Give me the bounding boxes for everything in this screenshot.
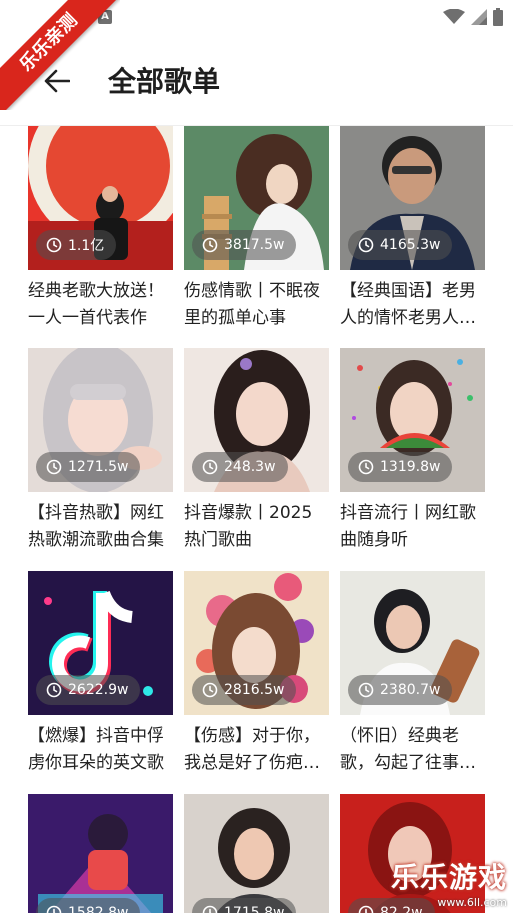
playlist-cover: 2380.7w xyxy=(340,571,485,715)
playlist-title: （怀旧）经典老歌，勾起了往事的回忆 xyxy=(340,726,476,773)
playlist-card[interactable]: 4165.3w 【经典国语】老男人的情怀老男人的歌 xyxy=(340,126,485,332)
corner-ribbon: 乐乐亲测 xyxy=(0,0,120,110)
playlist-title: 【经典国语】老男人的情怀老男人的歌 xyxy=(340,281,476,328)
play-count: 1.1亿 xyxy=(68,238,105,254)
play-count: 1319.8w xyxy=(380,459,441,475)
play-count: 3817.5w xyxy=(224,237,285,253)
clock-icon xyxy=(202,459,218,475)
status-icons xyxy=(443,8,503,26)
play-count: 2622.9w xyxy=(68,682,129,698)
watermark-logo: 乐乐游戏 xyxy=(390,861,507,894)
playlist-card[interactable]: 2816.5w 【伤感】对于你，我总是好了伤疤忘了疼 xyxy=(184,571,329,777)
playlist-cover: 1319.8w xyxy=(340,348,485,492)
playlist-cover: 248.3w xyxy=(184,348,329,492)
play-count-badge: 1319.8w xyxy=(348,452,453,482)
playlist-cover: 1271.5w xyxy=(28,348,173,492)
play-count: 2816.5w xyxy=(224,682,285,698)
play-count-badge: 4165.3w xyxy=(348,230,453,260)
playlist-cover: 1582.8w xyxy=(28,794,173,913)
clock-icon xyxy=(46,682,62,698)
play-count-badge: 1582.8w xyxy=(36,898,141,913)
site-watermark: 乐乐游戏 www.6ll.com xyxy=(391,856,507,909)
playlist-cover: 2622.9w xyxy=(28,571,173,715)
playlist-title: 【伤感】对于你，我总是好了伤疤忘了疼 xyxy=(184,726,320,773)
play-count-badge: 2380.7w xyxy=(348,675,453,705)
playlist-card[interactable]: 2622.9w 【燃爆】抖音中俘虏你耳朵的英文歌 xyxy=(28,571,173,777)
playlist-card[interactable]: 1271.5w 【抖音热歌】网红热歌潮流歌曲合集 xyxy=(28,348,173,554)
playlist-card[interactable]: 248.3w 抖音爆款丨2025热门歌曲 xyxy=(184,348,329,554)
play-count: 2380.7w xyxy=(380,682,441,698)
playlist-card[interactable]: 1715.8w xyxy=(184,794,329,913)
signal-icon xyxy=(471,9,487,25)
battery-icon xyxy=(493,8,503,26)
clock-icon xyxy=(202,905,218,913)
clock-icon xyxy=(46,905,62,913)
playlist-cover: 1.1亿 xyxy=(28,126,173,270)
playlist-title: 经典老歌大放送！一人一首代表作 xyxy=(28,281,164,328)
play-count-badge: 1.1亿 xyxy=(36,230,117,260)
play-count-badge: 2816.5w xyxy=(192,675,297,705)
playlist-card[interactable]: 1582.8w xyxy=(28,794,173,913)
playlist-title: 抖音爆款丨2025热门歌曲 xyxy=(184,503,313,550)
clock-icon xyxy=(202,237,218,253)
playlist-card[interactable]: 1319.8w 抖音流行丨网红歌曲随身听 xyxy=(340,348,485,554)
playlist-card[interactable]: 3817.5w 伤感情歌丨不眠夜里的孤单心事 xyxy=(184,126,329,332)
clock-icon xyxy=(358,459,374,475)
playlist-title: 【燃爆】抖音中俘虏你耳朵的英文歌 xyxy=(28,726,164,773)
playlist-cover: 2816.5w xyxy=(184,571,329,715)
play-count: 248.3w xyxy=(224,459,276,475)
playlist-title: 伤感情歌丨不眠夜里的孤单心事 xyxy=(184,281,320,328)
watermark-url: www.6ll.com xyxy=(437,896,507,909)
playlist-title: 抖音流行丨网红歌曲随身听 xyxy=(340,503,476,550)
wifi-icon xyxy=(443,9,465,24)
play-count-badge: 3817.5w xyxy=(192,230,297,260)
clock-icon xyxy=(358,682,374,698)
clock-icon xyxy=(202,682,218,698)
playlist-card[interactable]: 1.1亿 经典老歌大放送！一人一首代表作 xyxy=(28,126,173,332)
clock-icon xyxy=(358,905,374,913)
play-count: 1271.5w xyxy=(68,459,129,475)
page-title: 全部歌单 xyxy=(108,65,221,98)
playlist-cover: 4165.3w xyxy=(340,126,485,270)
play-count: 1715.8w xyxy=(224,905,285,913)
clock-icon xyxy=(358,237,374,253)
play-count-badge: 1715.8w xyxy=(192,898,297,913)
clock-icon xyxy=(46,459,62,475)
playlist-card[interactable]: 2380.7w （怀旧）经典老歌，勾起了往事的回忆 xyxy=(340,571,485,777)
play-count: 1582.8w xyxy=(68,905,129,913)
playlist-cover: 1715.8w xyxy=(184,794,329,913)
clock-icon xyxy=(46,237,62,253)
playlist-title: 【抖音热歌】网红热歌潮流歌曲合集 xyxy=(28,503,164,550)
play-count-badge: 2622.9w xyxy=(36,675,141,705)
play-count: 4165.3w xyxy=(380,237,441,253)
ribbon-label: 乐乐亲测 xyxy=(0,0,120,110)
play-count-badge: 1271.5w xyxy=(36,452,141,482)
playlist-cover: 3817.5w xyxy=(184,126,329,270)
play-count-badge: 248.3w xyxy=(192,452,288,482)
